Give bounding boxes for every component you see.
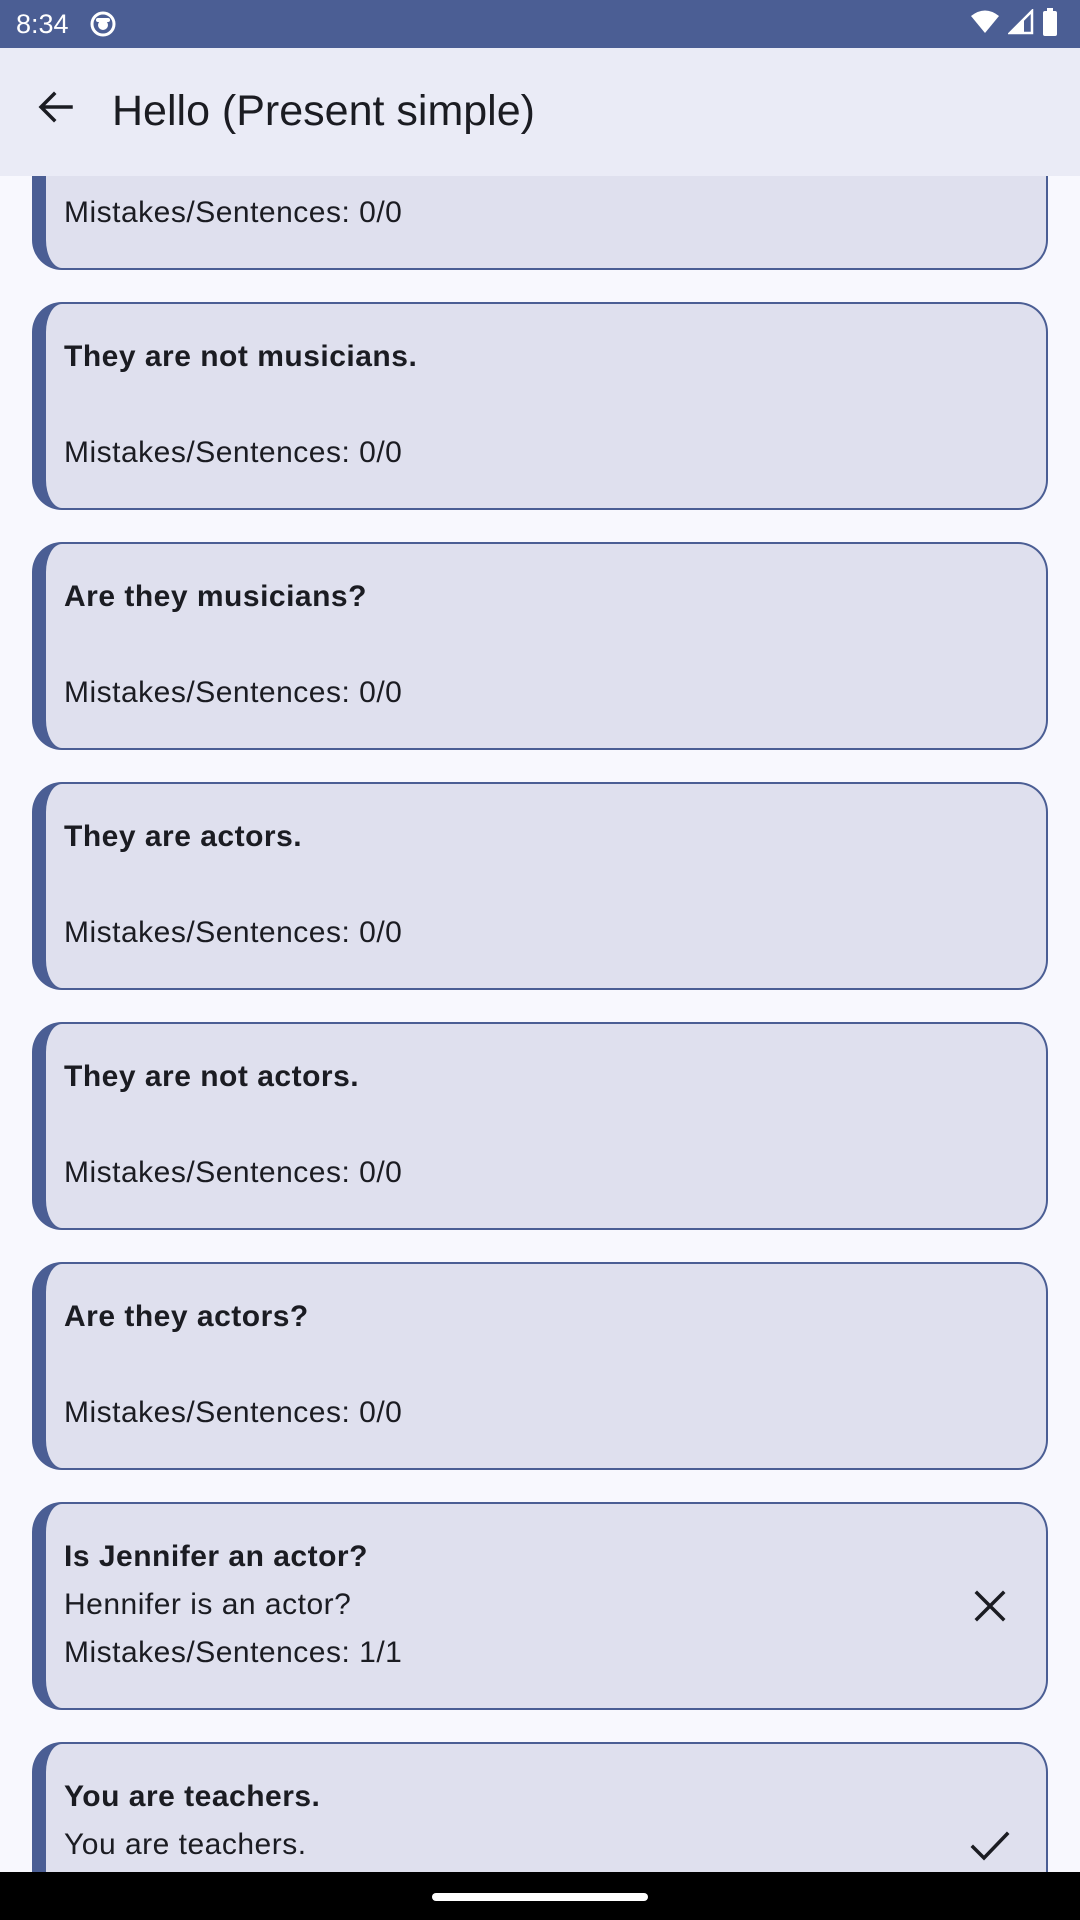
- home-gesture-handle[interactable]: [432, 1893, 648, 1901]
- status-bar: 8:34: [0, 0, 1080, 48]
- card-mistakes-count: Mistakes/Sentences: 0/0: [64, 916, 403, 949]
- card-mistakes-count: Mistakes/Sentences: 1/1: [64, 1636, 403, 1669]
- wifi-icon: [970, 9, 1000, 40]
- signal-icon: [1006, 7, 1034, 40]
- card-sentence: They are not musicians.: [64, 340, 418, 373]
- sentence-card[interactable]: They are actors. Mistakes/Sentences: 0/0: [32, 782, 1048, 990]
- page-title: Hello (Present simple): [112, 87, 535, 135]
- system-navigation-bar: [0, 1872, 1080, 1920]
- card-sentence: They are actors.: [64, 820, 303, 853]
- back-button[interactable]: [25, 78, 87, 140]
- card-mistakes-count: Mistakes/Sentences: 0/0: [64, 1156, 403, 1189]
- card-sentence: You are teachers.: [64, 1780, 321, 1813]
- sentence-card[interactable]: Are they musicians? Mistakes/Sentences: …: [32, 542, 1048, 750]
- card-mistakes-count: Mistakes/Sentences: 0/0: [64, 1396, 403, 1429]
- status-icons: [970, 7, 1058, 41]
- card-sentence: Is Jennifer an actor?: [64, 1540, 368, 1573]
- close-icon: [968, 1584, 1012, 1628]
- card-sentence: They are not actors.: [64, 1060, 360, 1093]
- card-sentence: Are they musicians?: [64, 580, 367, 613]
- battery-icon: [1042, 7, 1058, 41]
- sentence-card[interactable]: They are not musicians. Mistakes/Sentenc…: [32, 302, 1048, 510]
- card-user-answer: Hennifer is an actor?: [64, 1588, 352, 1621]
- status-time: 8:34: [16, 9, 69, 39]
- sentence-card[interactable]: Mistakes/Sentences: 0/0: [32, 176, 1048, 270]
- sentence-card[interactable]: They are not actors. Mistakes/Sentences:…: [32, 1022, 1048, 1230]
- sentence-card[interactable]: Are they actors? Mistakes/Sentences: 0/0: [32, 1262, 1048, 1470]
- check-icon: [968, 1824, 1012, 1868]
- card-user-answer: You are teachers.: [64, 1828, 307, 1861]
- card-list: Mistakes/Sentences: 0/0 They are not mus…: [0, 176, 1080, 1872]
- card-mistakes-count: Mistakes/Sentences: 0/0: [64, 196, 403, 229]
- sentence-list[interactable]: Mistakes/Sentences: 0/0 They are not mus…: [0, 176, 1080, 1872]
- sentence-card[interactable]: Is Jennifer an actor? Hennifer is an act…: [32, 1502, 1048, 1710]
- sentence-card[interactable]: You are teachers. You are teachers.: [32, 1742, 1048, 1872]
- screen: 8:34 Hello (Present simple) Mistakes/Sen…: [0, 0, 1080, 1920]
- card-mistakes-count: Mistakes/Sentences: 0/0: [64, 676, 403, 709]
- arrow-back-icon: [36, 87, 76, 132]
- card-mistakes-count: Mistakes/Sentences: 0/0: [64, 436, 403, 469]
- top-app-bar: Hello (Present simple): [0, 48, 1080, 176]
- android-debug-icon: [90, 11, 116, 37]
- card-sentence: Are they actors?: [64, 1300, 309, 1333]
